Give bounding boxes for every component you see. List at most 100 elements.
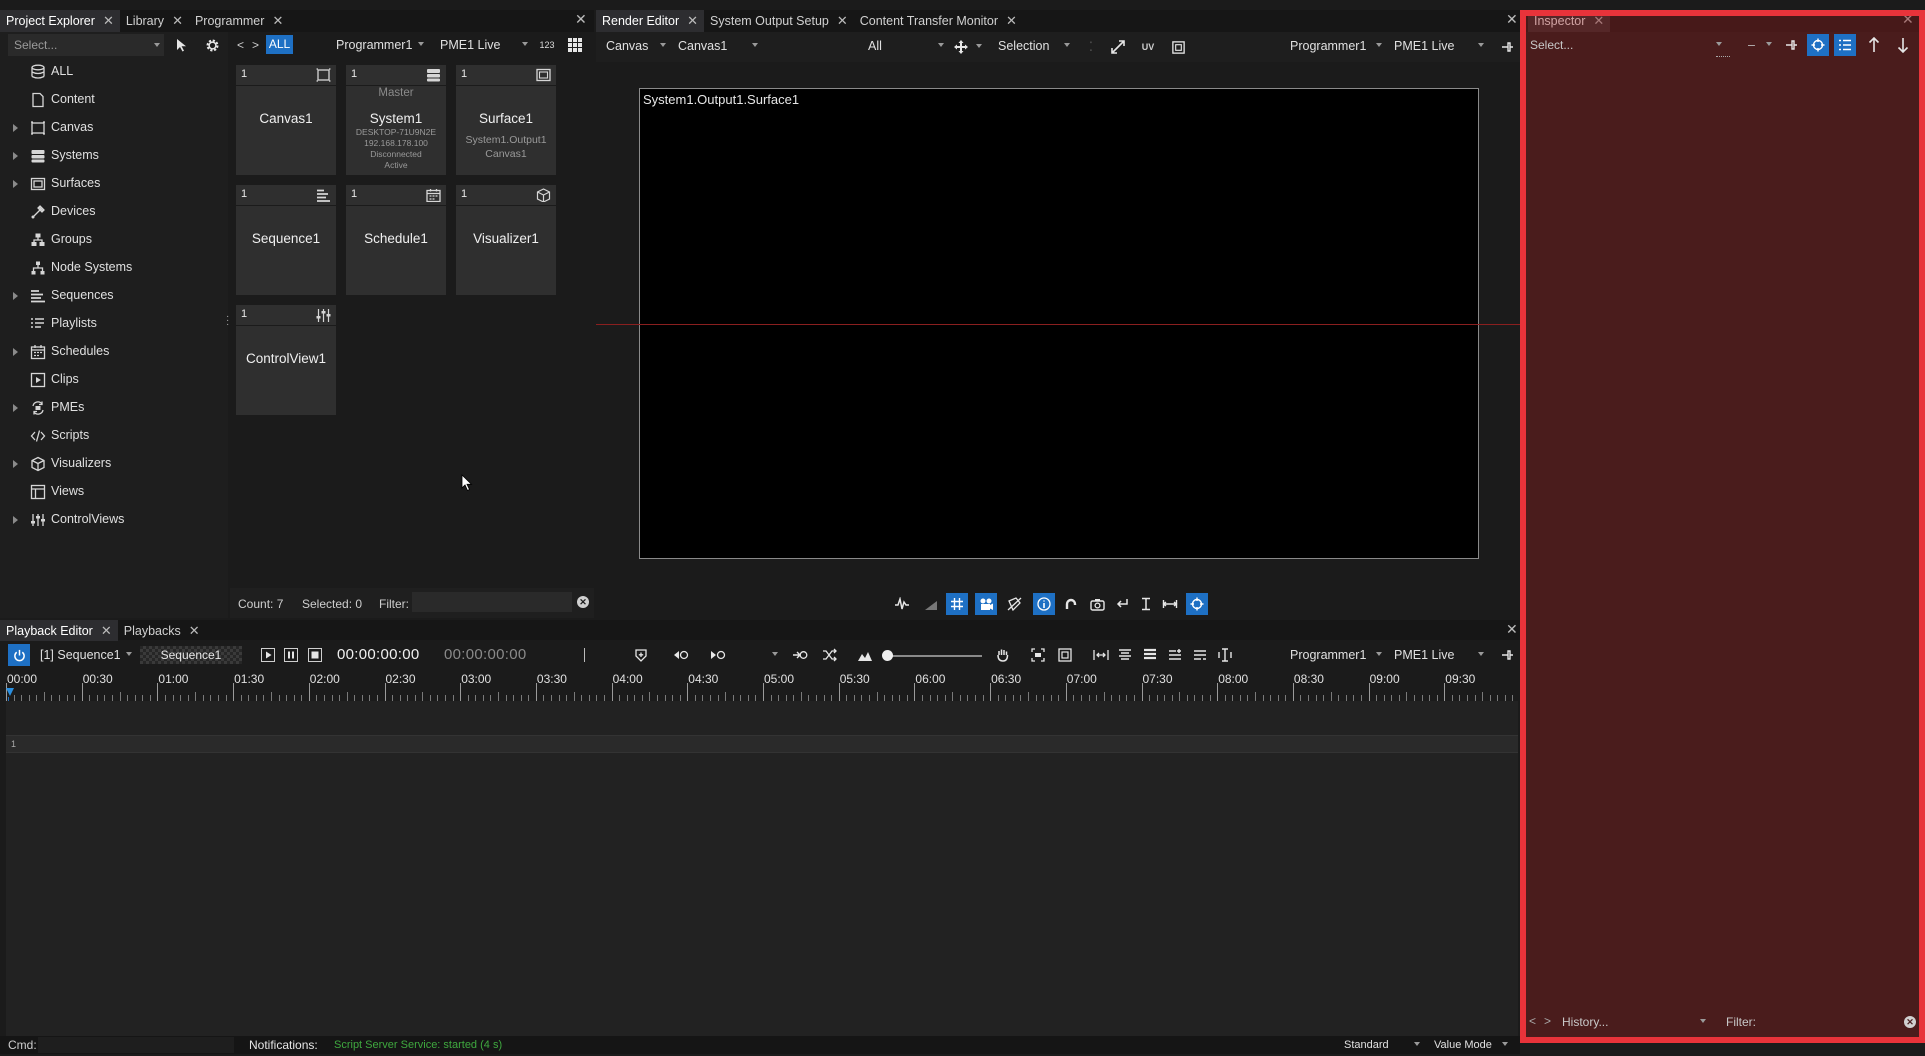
close-tab-icon[interactable]: ✕ [172, 13, 183, 29]
expand-arrow-icon[interactable] [13, 460, 18, 468]
shuffle-icon[interactable] [818, 644, 840, 666]
fit-all-icon[interactable] [1054, 644, 1076, 666]
tree-item-node-systems[interactable]: Node Systems [0, 254, 224, 282]
close-tab-icon[interactable]: ✕ [101, 623, 112, 639]
playback-pme-dropdown[interactable]: PME1 Live [1392, 644, 1486, 666]
pool-nav-forward[interactable]: > [252, 38, 259, 52]
fit-width-icon[interactable] [1159, 593, 1181, 615]
close-panel-icon[interactable]: ✕ [1506, 621, 1518, 638]
info-icon[interactable] [1033, 593, 1055, 615]
power-icon[interactable] [8, 644, 30, 666]
pin-icon[interactable] [1496, 644, 1518, 666]
close-tab-icon[interactable]: ✕ [189, 623, 200, 639]
close-tab-icon[interactable]: ✕ [687, 13, 698, 29]
arrow-down-icon[interactable] [1892, 34, 1914, 56]
inspector-nav-forward[interactable]: > [1544, 1014, 1551, 1028]
render-mode-dropdown[interactable]: Canvas [604, 35, 668, 57]
expand-arrow-icon[interactable] [13, 124, 18, 132]
gear-icon[interactable] [201, 34, 223, 56]
value-mode-dropdown[interactable]: Value Mode [1428, 1034, 1510, 1056]
tab-programmer[interactable]: Programmer ✕ [189, 10, 289, 32]
tree-item-views[interactable]: Views [0, 478, 224, 506]
text-cursor-icon[interactable] [1214, 644, 1236, 666]
pool-pme-dropdown[interactable]: PME1 Live [434, 34, 530, 56]
sequence-dropdown[interactable]: [1] Sequence1 [38, 644, 134, 666]
inspector-history-dropdown[interactable]: History... [1558, 1011, 1708, 1033]
tab-playback-editor[interactable]: Playback Editor ✕ [0, 620, 118, 642]
remove-track-icon[interactable] [1189, 644, 1211, 666]
tree-item-devices[interactable]: Devices [0, 198, 224, 226]
tab-library[interactable]: Library ✕ [120, 10, 189, 32]
tab-render-editor[interactable]: Render Editor ✕ [596, 10, 705, 32]
pool-tile-canvas1[interactable]: 1 Canvas1 [236, 65, 336, 175]
stop-icon[interactable] [304, 644, 326, 666]
render-layer-filter-dropdown[interactable]: All [864, 35, 946, 57]
explorer-select-dropdown[interactable]: Select... [8, 34, 164, 56]
list-view-icon[interactable] [1834, 34, 1856, 56]
fit-selection-icon[interactable] [1027, 644, 1049, 666]
target-locate-icon[interactable] [1807, 34, 1829, 56]
expand-arrow-icon[interactable] [13, 516, 18, 524]
inspector-splitter[interactable] [1716, 56, 1730, 58]
next-cue-icon[interactable] [707, 644, 729, 666]
expand-arrow-icon[interactable] [13, 180, 18, 188]
splitter-handle[interactable]: · · · [226, 312, 229, 330]
tab-system-output-setup[interactable]: System Output Setup ✕ [704, 10, 854, 32]
zoom-image-icon[interactable] [854, 644, 876, 666]
clear-filter-icon[interactable]: ✕ [577, 596, 589, 608]
camera-view-icon[interactable] [975, 593, 997, 615]
waveform-icon[interactable] [891, 593, 913, 615]
tree-item-content[interactable]: Content [0, 86, 224, 114]
jump-cue-icon[interactable] [789, 644, 811, 666]
snapshot-icon[interactable] [1086, 593, 1108, 615]
tree-item-groups[interactable]: Groups [0, 226, 224, 254]
undo-return-icon[interactable] [1111, 593, 1133, 615]
hand-tool-icon[interactable] [992, 644, 1014, 666]
pool-tile-controlview1[interactable]: 1 ControlView1 [236, 305, 336, 415]
cursor-select-icon[interactable] [171, 34, 193, 56]
inspector-clear-filter-icon[interactable]: ✕ [1904, 1016, 1916, 1028]
pool-tile-sequence1[interactable]: 1 Sequence1 [236, 185, 336, 295]
pool-tile-surface1[interactable]: 1 Surface1 System1.Output1 Canvas1 [456, 65, 556, 175]
cue-dropdown[interactable] [736, 644, 780, 666]
timeline-ruler[interactable]: 00:00 00:30 01:00 01:30 02:00 02:30 03:00 03:30… [6, 669, 1518, 701]
pool-tile-schedule1[interactable]: 1 Schedule1 [346, 185, 446, 295]
pool-tile-system1[interactable]: 1 Master System1 DESKTOP-71U9N2E 192.168.178… [346, 65, 446, 175]
play-icon[interactable] [257, 644, 279, 666]
zoom-slider-track[interactable] [886, 655, 982, 657]
crop-icon[interactable] [1167, 36, 1189, 58]
grid-view-icon[interactable] [564, 34, 586, 56]
tab-project-explorer[interactable]: Project Explorer ✕ [0, 10, 120, 32]
tab-playbacks[interactable]: Playbacks ✕ [118, 620, 206, 642]
expand-arrow-icon[interactable] [13, 292, 18, 300]
pin-icon[interactable] [1496, 36, 1518, 58]
playback-programmer-dropdown[interactable]: Programmer1 [1288, 644, 1384, 666]
pool-all-button[interactable]: ALL [266, 35, 293, 54]
tree-item-canvas[interactable]: Canvas [0, 114, 224, 142]
close-tab-icon[interactable]: ✕ [103, 13, 114, 29]
add-marker-icon[interactable] [630, 644, 652, 666]
inspector-nav-back[interactable]: < [1529, 1014, 1536, 1028]
close-tab-icon[interactable]: ✕ [1006, 13, 1017, 29]
close-panel-icon[interactable]: ✕ [575, 11, 587, 28]
pool-programmer-dropdown[interactable]: Programmer1 [330, 34, 426, 56]
tree-item-controlviews[interactable]: ControlViews [0, 506, 224, 534]
pool-filter-input[interactable] [412, 592, 572, 612]
tree-item-all[interactable]: ALL [0, 58, 224, 86]
tree-item-sequences[interactable]: Sequences [0, 282, 224, 310]
expand-arrow-icon[interactable] [13, 348, 18, 356]
render-pme-dropdown[interactable]: PME1 Live [1392, 35, 1486, 57]
tree-item-scripts[interactable]: Scripts [0, 422, 224, 450]
notification-text[interactable]: Script Server Service: started (4 s) [334, 1039, 502, 1051]
pause-icon[interactable] [280, 644, 302, 666]
add-track-icon[interactable] [1164, 644, 1186, 666]
ramp-icon[interactable] [920, 593, 942, 615]
sequence-chip[interactable]: Sequence1 [140, 646, 242, 664]
timeline-tracks[interactable]: 1 [6, 701, 1518, 1039]
cmd-input[interactable] [38, 1037, 234, 1053]
pool-nav-back[interactable]: < [237, 38, 244, 52]
align-center-icon[interactable] [1114, 644, 1136, 666]
tree-item-surfaces[interactable]: Surfaces [0, 170, 224, 198]
playhead-marker[interactable] [6, 688, 14, 696]
warp-icon[interactable] [1107, 36, 1129, 58]
